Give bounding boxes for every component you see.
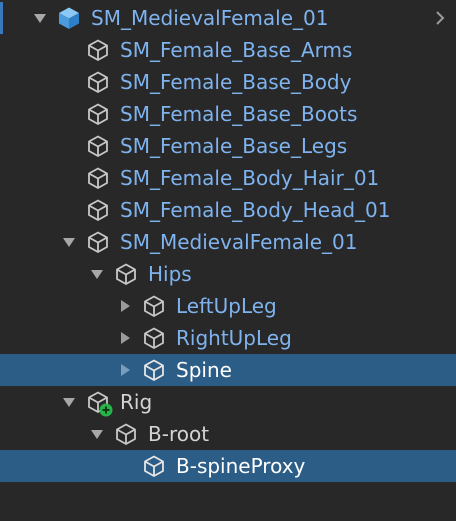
prefab-cube-icon	[142, 294, 166, 318]
hierarchy-row-sm-female-base-legs[interactable]: SM_Female_Base_Legs	[0, 130, 456, 162]
hierarchy-item-label: SM_Female_Body_Head_01	[120, 198, 391, 222]
hierarchy-item-label: RightUpLeg	[176, 326, 292, 350]
hierarchy-row-sm-female-body-hair-01[interactable]: SM_Female_Body_Hair_01	[0, 162, 456, 194]
hierarchy-item-label: SM_Female_Base_Legs	[120, 134, 348, 158]
prefab-cube-icon	[142, 358, 166, 382]
selection-accent	[0, 2, 3, 34]
expand-arrow-down-icon[interactable]	[62, 235, 76, 249]
hierarchy-row-sm-medievalfemale-root[interactable]: SM_MedievalFemale_01	[0, 2, 456, 34]
chevron-right-icon[interactable]	[432, 8, 448, 28]
hierarchy-item-label: SM_MedievalFemale_01	[91, 6, 329, 30]
hierarchy-item-label: SM_Female_Body_Hair_01	[120, 166, 380, 190]
expand-arrow-right-icon[interactable]	[118, 363, 132, 377]
hierarchy-row-spine[interactable]: Spine	[0, 354, 456, 386]
prefab-cube-icon	[114, 262, 138, 286]
hierarchy-item-label: B-spineProxy	[176, 454, 306, 478]
hierarchy-row-sm-female-base-boots[interactable]: SM_Female_Base_Boots	[0, 98, 456, 130]
gameobject-cube-icon	[142, 454, 166, 478]
expand-arrow-down-icon[interactable]	[90, 427, 104, 441]
hierarchy-item-label: Rig	[120, 390, 153, 414]
prefab-cube-icon	[86, 134, 110, 158]
hierarchy-row-hips[interactable]: Hips	[0, 258, 456, 290]
hierarchy-panel: SM_MedievalFemale_01 SM_Female_Base_Arms…	[0, 0, 456, 521]
expand-arrow-down-icon[interactable]	[62, 395, 76, 409]
hierarchy-item-label: SM_Female_Base_Body	[120, 70, 352, 94]
prefab-root-cube-icon	[57, 6, 81, 30]
prefab-cube-icon	[86, 70, 110, 94]
hierarchy-item-label: B-root	[148, 422, 210, 446]
hierarchy-row-rig[interactable]: Rig	[0, 386, 456, 418]
hierarchy-row-sm-medievalfemale-child[interactable]: SM_MedievalFemale_01	[0, 226, 456, 258]
hierarchy-row-sm-female-body-head-01[interactable]: SM_Female_Body_Head_01	[0, 194, 456, 226]
prefab-cube-icon	[86, 102, 110, 126]
expand-arrow-right-icon[interactable]	[118, 299, 132, 313]
hierarchy-row-sm-female-base-arms[interactable]: SM_Female_Base_Arms	[0, 34, 456, 66]
prefab-cube-icon	[86, 38, 110, 62]
prefab-cube-icon	[86, 230, 110, 254]
prefab-cube-icon	[86, 166, 110, 190]
hierarchy-item-label: Hips	[148, 262, 192, 286]
hierarchy-row-leftupleg[interactable]: LeftUpLeg	[0, 290, 456, 322]
expand-arrow-down-icon[interactable]	[33, 11, 47, 25]
hierarchy-item-label: SM_Female_Base_Arms	[120, 38, 353, 62]
prefab-cube-icon	[142, 326, 166, 350]
added-gameobject-icon	[86, 390, 113, 417]
hierarchy-row-b-spineproxy[interactable]: B-spineProxy	[0, 450, 456, 482]
gameobject-cube-icon	[114, 422, 138, 446]
hierarchy-item-label: Spine	[176, 358, 232, 382]
hierarchy-item-label: SM_MedievalFemale_01	[120, 230, 358, 254]
prefab-cube-icon	[86, 198, 110, 222]
hierarchy-item-label: LeftUpLeg	[176, 294, 277, 318]
hierarchy-item-label: SM_Female_Base_Boots	[120, 102, 358, 126]
hierarchy-row-b-root[interactable]: B-root	[0, 418, 456, 450]
expand-arrow-right-icon[interactable]	[118, 331, 132, 345]
expand-arrow-down-icon[interactable]	[90, 267, 104, 281]
hierarchy-row-rightupleg[interactable]: RightUpLeg	[0, 322, 456, 354]
hierarchy-row-sm-female-base-body[interactable]: SM_Female_Base_Body	[0, 66, 456, 98]
